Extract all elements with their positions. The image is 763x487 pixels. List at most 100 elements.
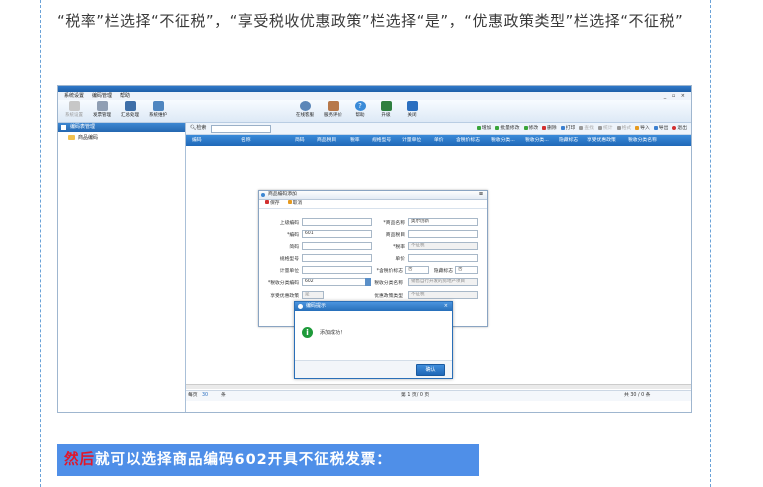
success-dialog-close[interactable]: × [444,302,448,311]
find-icon [579,125,584,130]
action-format[interactable]: 格式 [616,123,631,134]
maintenance-icon [152,101,164,111]
hidden-select[interactable]: 否 [455,266,478,274]
col-tax-inclusive[interactable]: 含税价标志 [456,135,480,146]
window-controls[interactable]: _ ▫ × [664,92,687,100]
toolbar-upgrade[interactable]: 升级 [372,101,400,118]
left-panel-title: 编码表管理 [58,123,185,132]
folder-icon [68,135,75,140]
cancel-icon [287,200,292,204]
rating-icon [327,101,339,111]
format-icon [616,125,621,130]
left-panel: 编码表管理 商品编码 [58,123,186,412]
dialog-save-button[interactable]: 保存 [265,200,280,208]
edit-icon [523,125,528,130]
col-tax-class-2[interactable]: 税收分类... [525,135,549,146]
stats-icon [597,125,602,130]
print-icon [560,125,565,130]
tax-rate-select[interactable]: 不征税 [408,242,478,250]
shortcode-input[interactable] [302,242,372,250]
menu-code[interactable]: 编码管理 [92,92,112,100]
col-tax-rate[interactable]: 税率 [350,135,360,146]
menu-system[interactable]: 系统设置 [64,92,84,100]
dialog-edit-close[interactable]: ⊠ [479,191,483,199]
action-export[interactable]: 导出 [653,123,668,134]
toolbar-online-service[interactable]: 在线客服 [291,101,319,118]
policy-type-select[interactable]: 不征税 [408,291,478,299]
horizontal-scrollbar[interactable] [186,384,691,389]
parent-code-input[interactable] [302,218,372,226]
success-dialog-title: 编码提示 × [295,302,452,311]
col-shortcode[interactable]: 简码 [295,135,305,146]
right-dashed-border [710,0,711,487]
goods-name-input[interactable]: 奥尔创新 [408,218,478,226]
price-input[interactable] [408,254,478,262]
col-code[interactable]: 编码 [192,135,202,146]
action-edit[interactable]: 修改 [523,123,538,134]
info-icon: i [302,327,313,338]
toolbar-help[interactable]: ? 帮助 [346,101,374,118]
app-menubar: 系统设置 编码管理 帮助 _ ▫ × [58,92,691,100]
page-indicator[interactable]: 第 1 页/ 0 页 [401,391,429,401]
col-hidden[interactable]: 隐藏标志 [559,135,578,146]
dialog-edit-title: 商品编码添加 ⊠ [259,191,487,200]
tax-class-picker-icon[interactable] [365,278,371,286]
action-batch-edit[interactable]: 批量修改 [495,123,520,134]
tax-class-code-input[interactable]: 602 [302,278,366,286]
col-price[interactable]: 单价 [434,135,444,146]
save-icon [265,200,269,204]
spec-input[interactable] [302,254,372,262]
action-delete[interactable]: 删除 [542,123,557,134]
code-input[interactable]: 601 [302,230,372,238]
help-icon: ? [354,101,366,111]
unit-input[interactable] [302,266,372,274]
col-tax-class-name[interactable]: 税收分类名称 [628,135,657,146]
toolbar-maintenance[interactable]: 系统维护 [144,101,172,118]
add-icon [476,125,481,130]
action-add[interactable]: 增加 [476,123,491,134]
col-name[interactable]: 名称 [241,135,251,146]
invoice-icon [96,101,108,111]
page-size[interactable]: 30 [202,391,208,401]
success-dialog-footer: 确认 [295,360,452,378]
toolbar-invoice-management[interactable]: 发票管理 [88,101,116,118]
col-unit[interactable]: 计量单位 [402,135,421,146]
action-stats[interactable]: 统计 [597,123,613,134]
app-screenshot: 系统设置 编码管理 帮助 _ ▫ × 系统设置 发票管理 汇总处理 系统维护 在… [57,85,692,413]
action-find[interactable]: 查找 [579,123,594,134]
search-row: 🔍︎检索 增加 批量修改 修改 删除 打印 查找 统计 格式 导入 导出 退出 [186,123,691,135]
step-banner: 然后 就可以选择商品编码602开具不征税发票： [57,444,479,476]
col-spec[interactable]: 规格型号 [372,135,391,146]
action-exit[interactable]: 退出 [672,123,687,134]
search-input[interactable] [211,125,271,133]
action-import[interactable]: 导入 [635,123,650,134]
col-tax-item[interactable]: 商品税目 [317,135,336,146]
dialog-edit-buttons: 保存 取消 [259,200,487,209]
tax-inclusive-select[interactable]: 否 [405,266,429,274]
toolbar-summary[interactable]: 汇总处理 [116,101,144,118]
toolbar-close[interactable]: 关闭 [398,101,426,118]
toolbar-rating[interactable]: 服务评价 [319,101,347,118]
preferential-select[interactable]: 是 [302,291,324,299]
tax-class-name-input[interactable]: 销售自行开发的房地产项目 [408,278,478,286]
action-print[interactable]: 打印 [560,123,575,134]
export-icon [653,125,658,130]
left-dashed-border [40,0,41,487]
menu-help[interactable]: 帮助 [120,92,130,100]
success-dialog: 编码提示 × i 添加成功！ 确认 [294,301,453,379]
gear-icon [68,101,80,111]
tree-item-goods-code[interactable]: 商品编码 [58,132,185,141]
delete-icon [542,125,547,130]
dialog-cancel-button[interactable]: 取消 [287,200,302,208]
col-tax-class-1[interactable]: 税收分类... [491,135,515,146]
app-toolbar: 系统设置 发票管理 汇总处理 系统维护 在线客服 服务评价 ? 帮助 升级 关闭 [58,100,691,123]
toolbar-system-settings[interactable]: 系统设置 [60,101,88,118]
confirm-button[interactable]: 确认 [416,364,445,376]
exit-icon [672,125,677,130]
col-preferential[interactable]: 享受优惠政策 [587,135,616,146]
service-icon [299,101,311,111]
action-bar: 增加 批量修改 修改 删除 打印 查找 统计 格式 导入 导出 退出 [476,123,687,134]
tax-item-input[interactable] [408,230,478,238]
close-arrow-icon [406,101,418,111]
pager: 每页 30 条 第 1 页/ 0 页 共 30 / 0 条 [186,390,691,401]
